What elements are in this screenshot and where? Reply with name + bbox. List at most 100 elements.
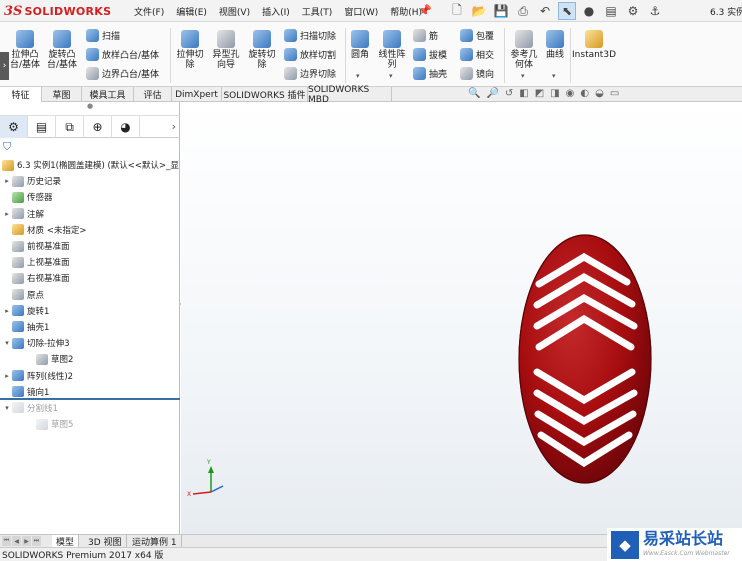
select-cursor-icon[interactable]: ⬉ <box>558 2 576 20</box>
feature-manager-tab-icon[interactable]: ⚙ <box>0 116 28 138</box>
options-gear-icon[interactable]: ⚙ <box>624 2 642 20</box>
tree-item[interactable]: 材质 <未指定> <box>0 222 180 238</box>
tree-item[interactable]: ▸ 历史记录 <box>0 173 180 189</box>
edit-appearance-icon[interactable]: ◐ <box>580 88 589 99</box>
menu-file[interactable]: 文件(F) <box>128 3 170 20</box>
linear-pattern-button[interactable]: 线性阵 列 <box>376 30 408 70</box>
menu-view[interactable]: 视图(V) <box>213 3 256 20</box>
display-manager-tab-icon[interactable]: ◕ <box>112 116 140 138</box>
tab-mold-tools[interactable]: 模具工具 <box>82 87 134 102</box>
tree-item[interactable]: 上视基准面 <box>0 254 180 270</box>
expand-toggle-icon[interactable]: ▸ <box>2 307 12 315</box>
tree-root[interactable]: 6.3 实例1(椭圆盖建模) (默认<<默认>_显 <box>0 157 180 173</box>
instant3d-button[interactable]: Instant3D <box>572 30 616 60</box>
boundary-boss-button[interactable]: 边界凸台/基体 <box>86 67 159 80</box>
lofted-cut-button[interactable]: 放样切割 <box>284 48 336 61</box>
tree-item[interactable]: 传感器 <box>0 189 180 205</box>
next-tab-icon[interactable]: ▶ <box>22 536 31 546</box>
tree-item[interactable]: 原点 <box>0 287 180 303</box>
previous-view-icon[interactable]: ↺ <box>505 88 513 99</box>
revolve-cut-button[interactable]: 旋转切 除 <box>246 30 278 70</box>
section-view-icon[interactable]: ◧ <box>519 88 528 99</box>
swept-cut-button[interactable]: 扫描切除 <box>284 29 336 42</box>
menu-tools[interactable]: 工具(T) <box>296 3 339 20</box>
mirror-button[interactable]: 镜向 <box>460 67 494 80</box>
tree-item[interactable]: 抽壳1 <box>0 319 180 335</box>
menu-insert[interactable]: 插入(I) <box>256 3 296 20</box>
chevron-right-icon[interactable]: › <box>172 120 176 133</box>
tree-item[interactable]: ▾ 切除-拉伸3 <box>0 335 180 351</box>
prev-tab-icon[interactable]: ◀ <box>12 536 21 546</box>
expand-toggle-icon[interactable]: ▾ <box>2 339 12 347</box>
property-manager-tab-icon[interactable]: ▤ <box>28 116 56 138</box>
apply-scene-icon[interactable]: ◒ <box>595 88 604 99</box>
extrude-cut-button[interactable]: 拉伸切 除 <box>174 30 206 70</box>
menu-window[interactable]: 窗口(W) <box>338 3 384 20</box>
curves-button[interactable]: 曲线 <box>542 30 568 60</box>
expand-toggle-icon[interactable]: ▸ <box>2 372 12 380</box>
tree-item[interactable]: ▾ 分割线1 <box>0 400 180 416</box>
hole-wizard-button[interactable]: 异型孔 向导 <box>208 30 244 70</box>
zoom-to-fit-icon[interactable]: 🔍 <box>468 88 480 99</box>
file-properties-icon[interactable]: ▤ <box>602 2 620 20</box>
revolve-boss-button[interactable]: 旋转凸 台/基体 <box>44 30 80 70</box>
new-document-icon[interactable]: 🗋 <box>448 2 466 20</box>
ellipse-cover-model[interactable] <box>518 234 652 484</box>
dimxpert-manager-tab-icon[interactable]: ⊕ <box>84 116 112 138</box>
pattern-dropdown-icon[interactable]: ▾ <box>389 72 393 80</box>
solidworks-logo[interactable]: 3S SOLIDWORKS <box>4 3 116 19</box>
boundary-cut-button[interactable]: 边界切除 <box>284 67 336 80</box>
rib-button[interactable]: 筋 <box>413 29 438 42</box>
tree-item[interactable]: 草图2 <box>0 351 180 367</box>
menu-edit[interactable]: 编辑(E) <box>170 3 213 20</box>
view-orientation-icon[interactable]: ◩ <box>535 88 544 99</box>
tab-features[interactable]: 特征 <box>0 87 42 102</box>
first-tab-icon[interactable]: ⏮ <box>2 536 11 546</box>
tree-item[interactable]: 右视基准面 <box>0 270 180 286</box>
graphics-area[interactable]: X Y <box>181 102 742 534</box>
curves-dropdown-icon[interactable]: ▾ <box>552 72 556 80</box>
expand-toggle-icon[interactable]: ▾ <box>2 404 12 412</box>
fillet-button[interactable]: 圆角 <box>348 30 372 60</box>
expand-toggle-icon[interactable]: ▸ <box>2 177 12 185</box>
shell-button[interactable]: 抽壳 <box>413 67 447 80</box>
tree-item[interactable]: ▸ 阵列(线性)2 <box>0 367 180 383</box>
anchor-icon[interactable]: ⚓ <box>646 2 664 20</box>
open-folder-icon[interactable]: 📂 <box>470 2 488 20</box>
print-icon[interactable]: ⎙ <box>514 2 532 20</box>
tree-item[interactable]: ▸ 旋转1 <box>0 303 180 319</box>
reference-dropdown-icon[interactable]: ▾ <box>521 72 525 80</box>
tab-sketch[interactable]: 草图 <box>42 87 82 102</box>
loft-boss-button[interactable]: 放样凸台/基体 <box>86 48 159 61</box>
rollback-bar[interactable] <box>0 398 180 400</box>
save-icon[interactable]: 💾 <box>492 2 510 20</box>
extrude-boss-button[interactable]: 拉伸凸 台/基体 <box>8 30 42 70</box>
panel-grip[interactable]: ● <box>0 102 180 116</box>
tree-item[interactable]: ▸ 注解 <box>0 206 180 222</box>
tree-item[interactable]: 前视基准面 <box>0 238 180 254</box>
tree-item[interactable]: 草图5 <box>0 416 180 432</box>
swept-cut-label: 扫描切除 <box>300 32 337 42</box>
expand-toggle-icon[interactable]: ▸ <box>2 210 12 218</box>
rebuild-icon[interactable]: ● <box>580 2 598 20</box>
wrap-button[interactable]: 包覆 <box>460 29 494 42</box>
pin-icon[interactable]: 📌 <box>418 4 432 17</box>
draft-button[interactable]: 拔模 <box>413 48 447 61</box>
last-tab-icon[interactable]: ⏭ <box>32 536 41 546</box>
zoom-to-area-icon[interactable]: 🔎 <box>486 88 498 99</box>
tab-evaluate[interactable]: 评估 <box>134 87 172 102</box>
filter-icon[interactable]: ⛉ <box>3 140 17 154</box>
configuration-manager-tab-icon[interactable]: ⧉ <box>56 116 84 138</box>
tab-solidworks-mbd[interactable]: SOLIDWORKS MBD <box>308 85 392 105</box>
sweep-button[interactable]: 扫描 <box>86 29 120 42</box>
fillet-dropdown-icon[interactable]: ▾ <box>356 72 360 80</box>
undo-icon[interactable]: ↶ <box>536 2 554 20</box>
reference-geometry-button[interactable]: 参考几 何体 <box>508 30 540 70</box>
tab-dimxpert[interactable]: DimXpert <box>172 87 222 102</box>
tab-solidworks-addins[interactable]: SOLIDWORKS 插件 <box>222 87 308 102</box>
coordinate-triad: X Y <box>187 459 224 498</box>
hide-show-items-icon[interactable]: ◉ <box>566 88 575 99</box>
intersect-button[interactable]: 相交 <box>460 48 494 61</box>
display-style-icon[interactable]: ◨ <box>550 88 559 99</box>
view-settings-icon[interactable]: ▭ <box>610 88 619 99</box>
